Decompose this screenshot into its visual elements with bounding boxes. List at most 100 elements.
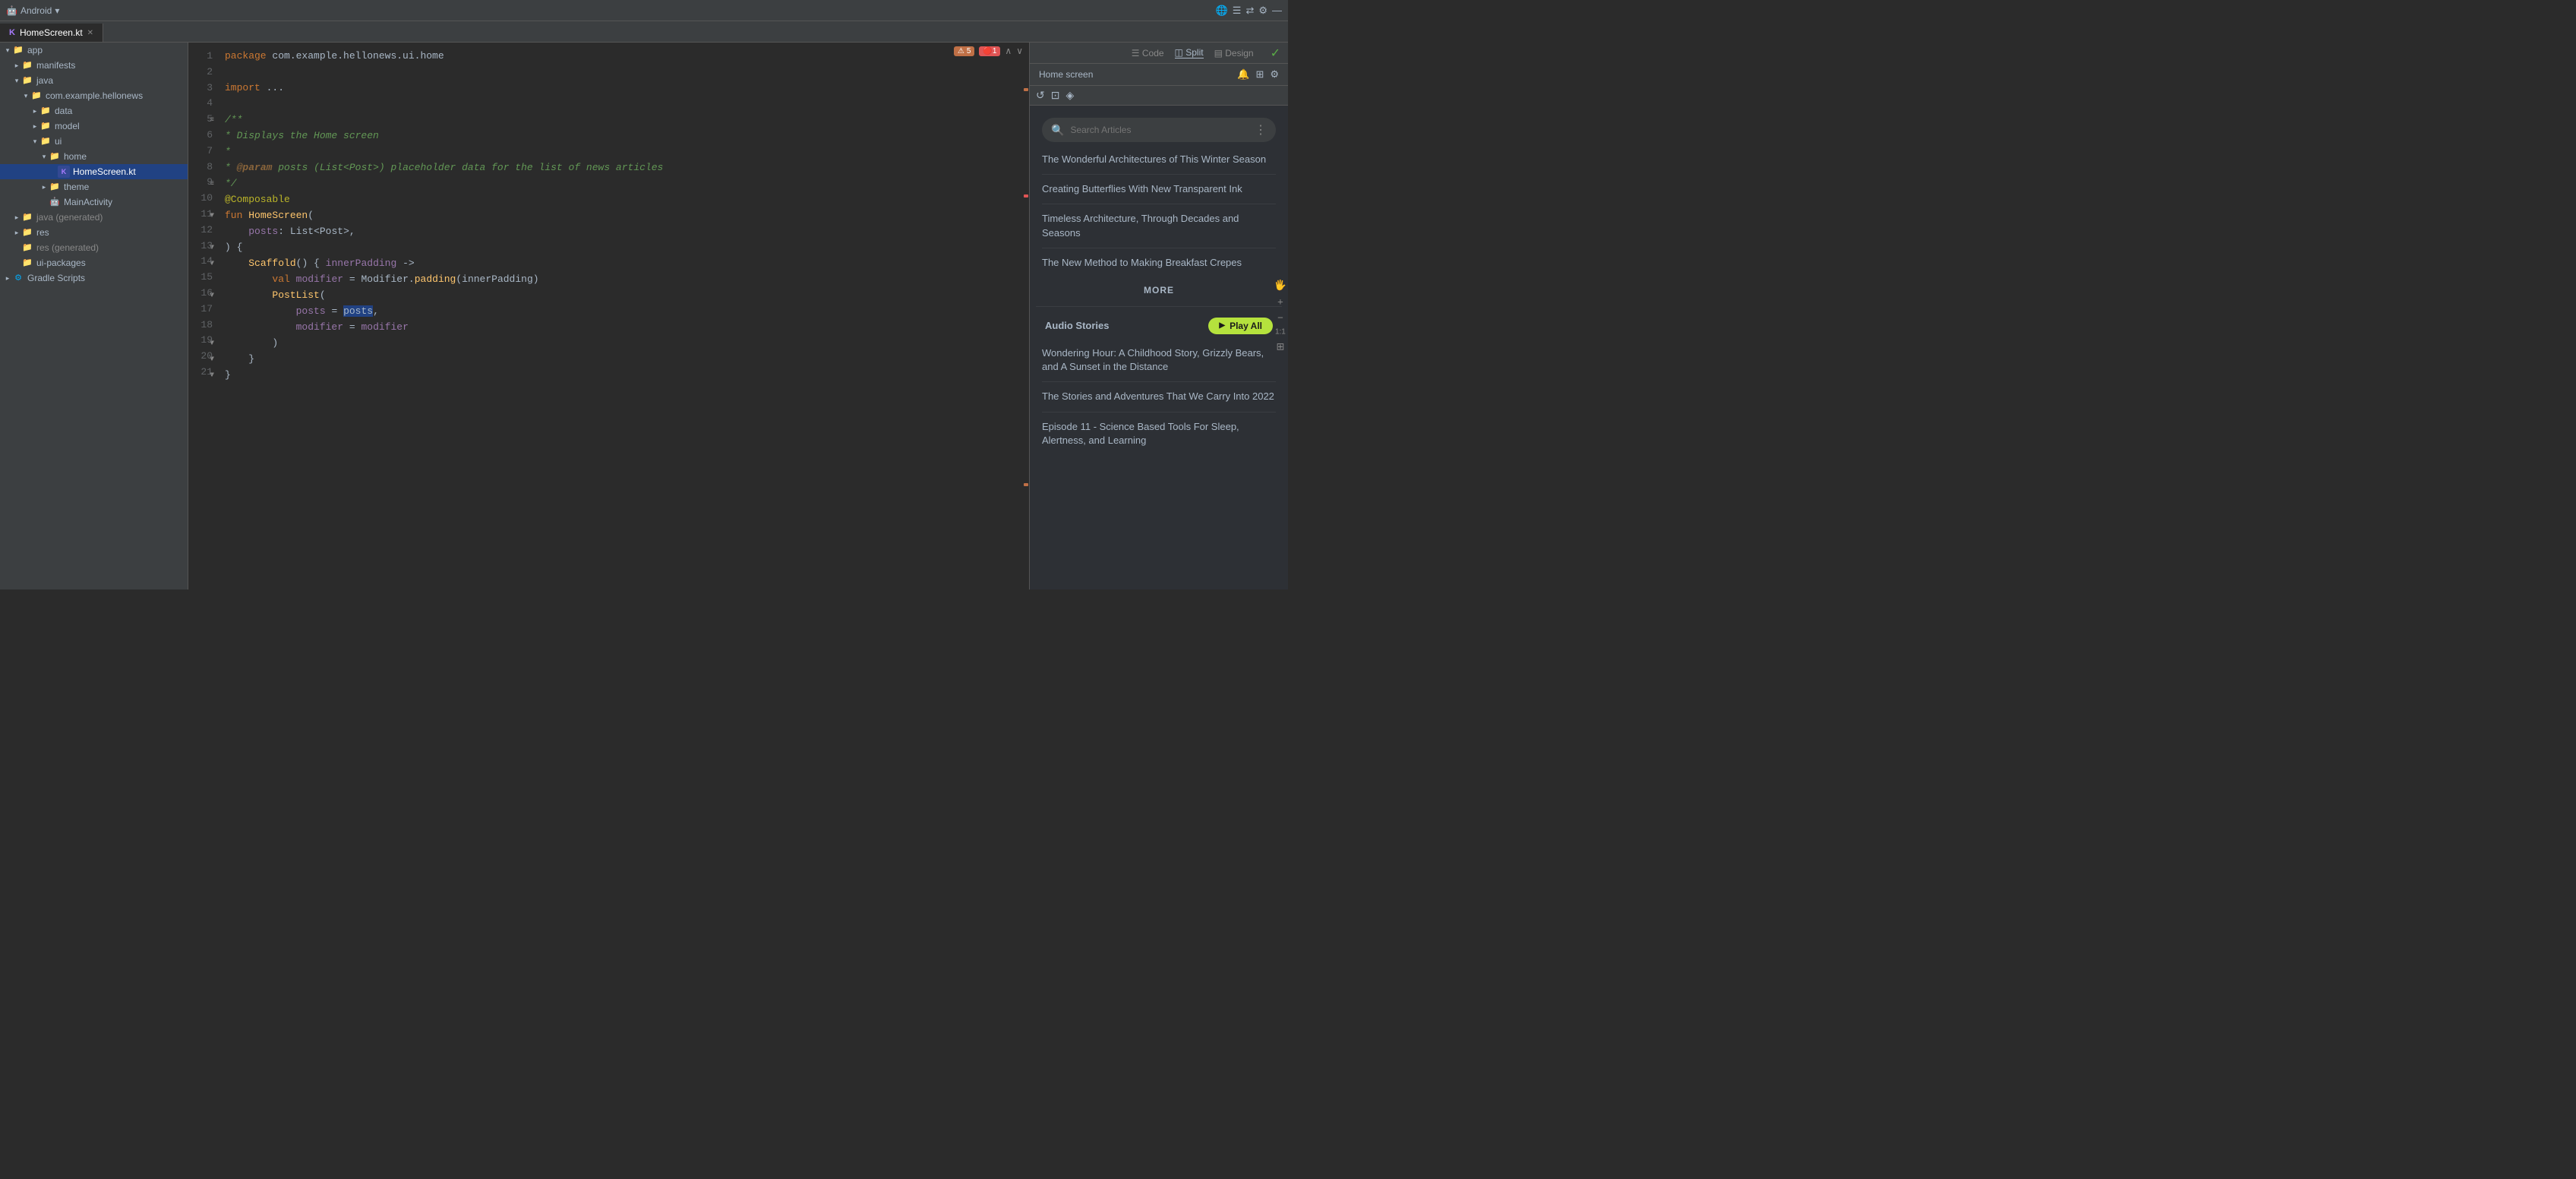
article-item-0[interactable]: The Wonderful Architectures of This Wint… [1042, 145, 1276, 175]
audio-item-1[interactable]: The Stories and Adventures That We Carry… [1042, 382, 1276, 412]
zoom-minus-icon[interactable]: − [1277, 312, 1283, 324]
view-mode-code[interactable]: ☰ Code [1132, 48, 1164, 58]
more-button[interactable]: MORE [1036, 277, 1282, 303]
sidebar-item-java[interactable]: ▾ 📁 java [0, 73, 188, 88]
zoom-plus-icon[interactable]: + [1277, 296, 1283, 308]
code-editor: ⚠5 🔴1 ∧ ∨ 123456789101112131415161718192… [188, 43, 1030, 590]
refresh-icon[interactable]: ↺ [1036, 89, 1045, 102]
audio-item-2[interactable]: Episode 11 - Science Based Tools For Sle… [1042, 412, 1276, 455]
view-mode-split[interactable]: ◫ Split [1175, 47, 1204, 58]
scroll-marker-2 [1024, 194, 1028, 198]
gradle-icon: ⚙ [12, 272, 24, 284]
folder-icon-manifests: 📁 [21, 59, 33, 71]
sidebar-label-res: res [36, 227, 49, 238]
code-line-19: ▼ ) [225, 336, 1029, 352]
sidebar-item-theme[interactable]: ▸ 📁 theme [0, 179, 188, 194]
list-icon[interactable]: ☰ [1233, 5, 1242, 17]
code-line-20: ▼ } [225, 352, 1029, 368]
sidebar-item-package[interactable]: ▾ 📁 com.example.hellonews [0, 88, 188, 103]
tab-homescreen[interactable]: K HomeScreen.kt ✕ [0, 24, 103, 42]
project-sidebar: ▾ 📁 app ▸ 📁 manifests ▾ 📁 java ▾ 📁 com.e… [0, 43, 188, 590]
code-line-11: ▼ fun HomeScreen( [225, 208, 1029, 224]
sidebar-item-mainactivity[interactable]: 🤖 MainActivity [0, 194, 188, 210]
code-line-4 [225, 96, 1029, 112]
kotlin-icon-homescreen: K [58, 166, 70, 178]
sidebar-item-res-generated[interactable]: 📁 res (generated) [0, 240, 188, 255]
article-item-3[interactable]: The New Method to Making Breakfast Crepe… [1042, 248, 1276, 277]
code-line-6: * Displays the Home screen [225, 128, 1029, 144]
article-item-2[interactable]: Timeless Architecture, Through Decades a… [1042, 204, 1276, 248]
code-line-3: import ... [225, 81, 1029, 96]
code-line-13: ▼ ) { [225, 240, 1029, 256]
grid-icon[interactable]: ⊡ [1051, 89, 1060, 102]
article-list: The Wonderful Architectures of This Wint… [1036, 145, 1282, 277]
sidebar-item-ui-packages[interactable]: 📁 ui-packages [0, 255, 188, 270]
sidebar-label-model: model [55, 121, 80, 131]
sidebar-item-model[interactable]: ▸ 📁 model [0, 119, 188, 134]
sidebar-item-ui[interactable]: ▾ 📁 ui [0, 134, 188, 149]
cursor-icon[interactable]: 🖐 [1274, 280, 1286, 292]
folder-icon-ui-packages: 📁 [21, 257, 33, 269]
sidebar-item-java-generated[interactable]: ▸ 📁 java (generated) [0, 210, 188, 225]
sidebar-label-homescreen-kt: HomeScreen.kt [73, 166, 136, 177]
warning-badge: ⚠5 [954, 46, 975, 56]
android-selector[interactable]: 🤖 Android ▾ [6, 5, 59, 16]
audio-item-0[interactable]: Wondering Hour: A Childhood Story, Grizz… [1042, 339, 1276, 382]
sidebar-label-mainactivity: MainActivity [64, 197, 112, 207]
sidebar-label-java-generated: java (generated) [36, 212, 103, 223]
sidebar-item-home[interactable]: ▾ 📁 home [0, 149, 188, 164]
nav-down-icon[interactable]: ∨ [1016, 46, 1023, 56]
search-more-icon[interactable]: ⋮ [1255, 122, 1267, 137]
sync-icon[interactable]: ⇄ [1245, 5, 1254, 17]
minimize-icon[interactable]: — [1272, 5, 1282, 16]
sidebar-item-manifests[interactable]: ▸ 📁 manifests [0, 58, 188, 73]
sidebar-item-gradle[interactable]: ▸ ⚙ Gradle Scripts [0, 270, 188, 286]
folder-icon-home: 📁 [49, 150, 61, 163]
folder-icon-theme: 📁 [49, 181, 61, 193]
folder-icon-ui: 📁 [39, 135, 52, 147]
play-all-button[interactable]: ▶ Play All [1208, 318, 1273, 334]
settings-icon[interactable]: ⚙ [1258, 5, 1267, 17]
search-bar-container: 🔍 ⋮ [1036, 112, 1282, 145]
preview-panel: ☰ Code ◫ Split ▤ Design ✓ Home screen 🔔 … [1030, 43, 1288, 590]
code-line-7: * [225, 144, 1029, 160]
layers-icon[interactable]: ◈ [1065, 89, 1074, 102]
scroll-marker-1 [1024, 88, 1028, 91]
code-line-9: ≡ */ [225, 176, 1029, 192]
editor-toolbar: ⚠5 🔴1 ∧ ∨ [954, 46, 1023, 56]
preview-layout-icon[interactable]: ⊞ [1255, 68, 1264, 81]
code-line-2 [225, 65, 1029, 81]
scroll-marker-3 [1024, 483, 1028, 486]
tab-close-icon[interactable]: ✕ [87, 29, 93, 37]
sidebar-item-homescreen-kt[interactable]: K HomeScreen.kt [0, 164, 188, 179]
sidebar-item-app[interactable]: ▾ 📁 app [0, 43, 188, 58]
folder-icon-package: 📁 [30, 90, 43, 102]
sidebar-item-res[interactable]: ▸ 📁 res [0, 225, 188, 240]
nav-up-icon[interactable]: ∧ [1005, 46, 1012, 56]
sidebar-label-ui-packages: ui-packages [36, 258, 86, 268]
folder-icon-res: 📁 [21, 226, 33, 239]
sidebar-item-data[interactable]: ▸ 📁 data [0, 103, 188, 119]
sidebar-label-home: home [64, 151, 87, 162]
preview-settings-icon[interactable]: ⚙ [1270, 68, 1279, 81]
search-bar[interactable]: 🔍 ⋮ [1042, 118, 1276, 142]
audio-stories-list: Wondering Hour: A Childhood Story, Grizz… [1036, 339, 1282, 455]
folder-icon-data: 📁 [39, 105, 52, 117]
zoom-fit-icon[interactable]: ⊞ [1276, 341, 1284, 353]
search-icon: 🔍 [1051, 124, 1064, 137]
folder-icon-model: 📁 [39, 120, 52, 132]
globe-icon[interactable]: 🌐 [1216, 5, 1228, 17]
code-line-12: posts: List<Post>, [225, 224, 1029, 240]
green-check-icon: ✓ [1271, 46, 1280, 61]
preview-controls: ↺ ⊡ ◈ [1030, 86, 1288, 106]
sidebar-label-package: com.example.hellonews [46, 90, 143, 101]
sidebar-label-java: java [36, 75, 53, 86]
article-item-1[interactable]: Creating Butterflies With New Transparen… [1042, 175, 1276, 204]
tab-bar: K HomeScreen.kt ✕ [0, 21, 1288, 43]
preview-refresh-icon[interactable]: 🔔 [1237, 68, 1249, 81]
preview-phone-frame: 🔍 ⋮ The Wonderful Architectures of This … [1030, 106, 1288, 590]
view-mode-design[interactable]: ▤ Design [1214, 48, 1254, 58]
search-input[interactable] [1070, 125, 1249, 135]
editor-scrollbar[interactable] [1023, 43, 1029, 590]
folder-icon-java: 📁 [21, 74, 33, 87]
